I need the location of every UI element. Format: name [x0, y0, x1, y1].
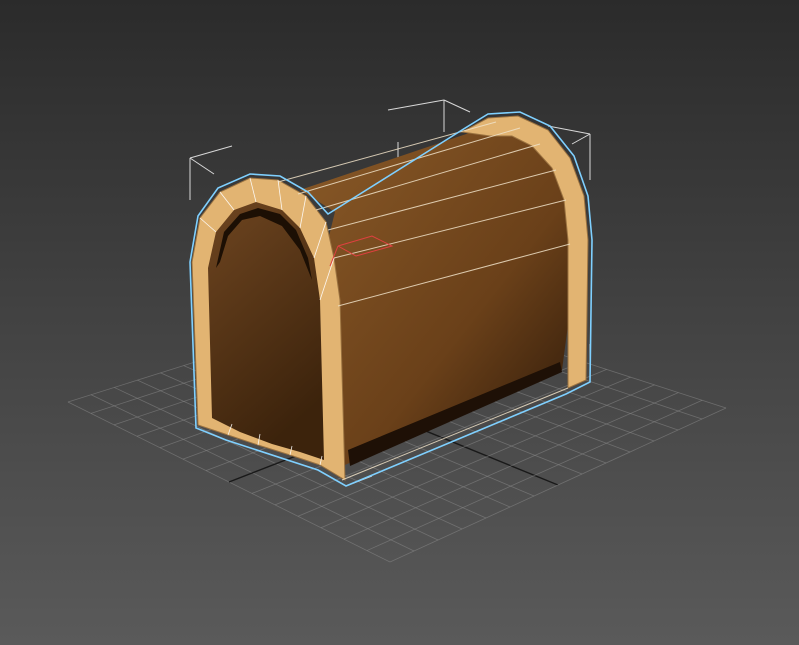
viewport-scene[interactable]	[0, 0, 799, 645]
3d-viewport[interactable]	[0, 0, 799, 645]
